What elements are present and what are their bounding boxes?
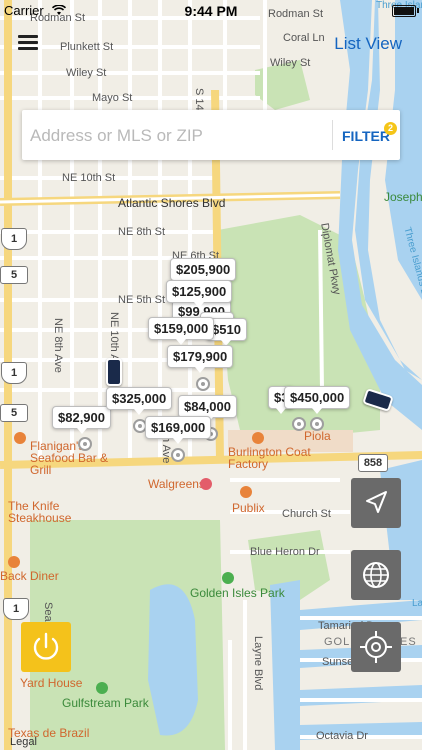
search-bar: FILTER 2	[22, 110, 400, 160]
listing-pin[interactable]	[78, 437, 92, 451]
road-label: NE 8th Ave	[52, 318, 64, 373]
road-label: n Ave	[160, 436, 172, 464]
poi-label: Gulfstream Park	[62, 696, 149, 710]
road-label: NE 5th St	[118, 294, 166, 306]
racetrack-icon	[96, 682, 108, 694]
list-view-button[interactable]: List View	[334, 34, 402, 54]
car-icon	[106, 358, 122, 386]
listing-pin[interactable]	[310, 417, 324, 431]
route-shield: 5	[0, 404, 28, 422]
route-shield: 1	[1, 228, 27, 250]
road-label: Wiley St	[270, 57, 311, 69]
price-tag[interactable]: $325,000	[106, 387, 173, 415]
road-label: Mayo St	[92, 92, 133, 104]
pharmacy-icon	[200, 478, 212, 490]
route-shield: 858	[358, 454, 388, 472]
filter-button[interactable]: FILTER	[342, 128, 390, 144]
listing-pin[interactable]	[196, 377, 210, 391]
price-tag[interactable]: $169,000	[145, 416, 212, 444]
poi-label: Publix	[232, 501, 265, 515]
price-tag[interactable]: $82,900	[52, 406, 111, 434]
poi-label: Joseph S	[384, 190, 422, 204]
route-shield: 1	[1, 362, 27, 384]
route-shield: 5	[0, 266, 28, 284]
poi-label: Golden Isles Park	[190, 586, 285, 600]
road-label: Plunkett St	[60, 41, 114, 53]
restaurant-icon	[14, 432, 26, 444]
clock: 9:44 PM	[184, 3, 238, 19]
globe-icon	[363, 562, 389, 588]
poi-label: Yard House	[20, 676, 83, 690]
price-tag[interactable]: $159,000	[148, 317, 215, 345]
search-input[interactable]	[28, 120, 322, 152]
crosshair-locate-icon	[360, 631, 392, 663]
road-label: Church St	[282, 508, 331, 520]
road-label: Blue Heron Dr	[250, 546, 320, 558]
poi-label: Piola	[304, 429, 331, 443]
road-label: NE 10th St	[62, 172, 116, 184]
road-label: NE 8th St	[118, 226, 166, 238]
menu-button[interactable]	[18, 33, 40, 51]
battery-icon	[392, 5, 419, 17]
route-shield: 1	[3, 598, 29, 620]
poi-label: Walgreens	[148, 477, 205, 491]
road-label: Atlantic Shores Blvd	[118, 196, 226, 210]
divider	[332, 120, 333, 150]
price-tag[interactable]: $84,000	[178, 395, 237, 423]
road-label: Coral Ln	[283, 32, 325, 44]
road-label: NE 10th A	[108, 312, 120, 362]
shopping-icon	[240, 486, 252, 498]
poi-label: Back Diner	[0, 569, 59, 583]
listing-pin[interactable]	[292, 417, 306, 431]
store-icon	[252, 432, 264, 444]
poi-label: The Knife Steakhouse	[8, 499, 72, 525]
park-icon	[222, 572, 234, 584]
locate-button[interactable]	[351, 622, 401, 672]
status-bar: Carrier 9:44 PM	[0, 0, 422, 22]
poi-label: Flanigan's Seafood Bar & Grill	[30, 439, 109, 477]
listing-pin[interactable]	[171, 448, 185, 462]
restaurant-icon	[8, 556, 20, 568]
hamburger-menu-icon	[18, 35, 38, 38]
navigate-arrow-icon	[366, 491, 387, 513]
price-tag[interactable]: $450,000	[284, 386, 351, 414]
filter-count-badge: 2	[384, 122, 397, 135]
legal-link[interactable]: Legal	[10, 736, 37, 748]
water-label: La	[412, 598, 422, 609]
power-icon	[33, 632, 59, 660]
road-label: Octavia Dr	[316, 730, 368, 742]
power-button[interactable]	[21, 622, 71, 672]
price-tag[interactable]: $205,900	[170, 258, 237, 286]
road-label: Wiley St	[66, 67, 107, 79]
poi-label: Burlington Coat Factory	[228, 445, 311, 471]
price-tag[interactable]: $125,900	[166, 280, 233, 308]
road-label: Layne Blvd	[252, 636, 264, 691]
price-tag[interactable]: $179,900	[167, 345, 234, 373]
navigate-button[interactable]	[351, 478, 401, 528]
map-type-button[interactable]	[351, 550, 401, 600]
